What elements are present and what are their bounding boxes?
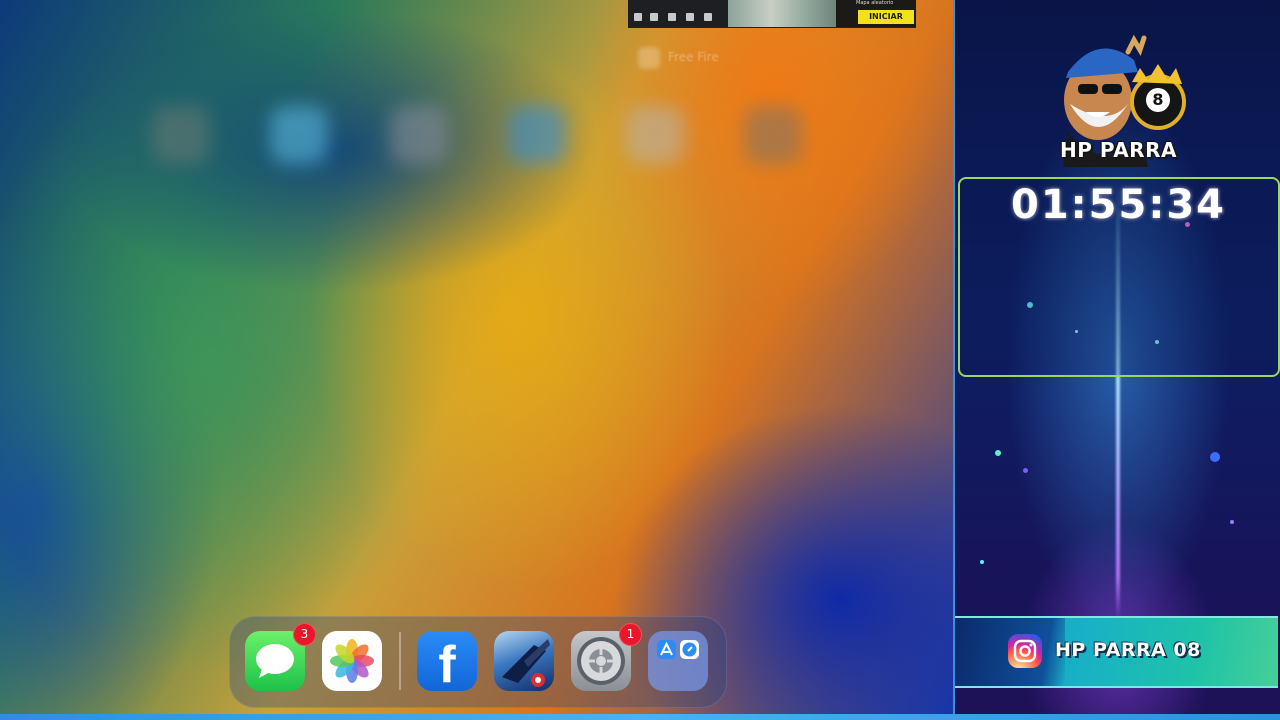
instagram-handle: HP PARRA 08 — [1055, 639, 1201, 661]
blurred-app-icon — [270, 106, 328, 164]
stream-overlay-panel: 8 HP PARRA 01:55:34 HP PARRA 08 — [953, 0, 1280, 714]
preview-icon — [668, 13, 676, 21]
blurred-app-label: Free Fire — [668, 50, 719, 64]
preview-toolbar — [628, 0, 728, 27]
star — [1023, 468, 1028, 473]
instagram-icon — [1008, 634, 1042, 668]
ipad-home-screen: Free Fire — [0, 0, 953, 714]
blurred-app-icon — [508, 106, 566, 164]
instagram-banner: HP PARRA 08 — [955, 616, 1278, 688]
facebook-app[interactable]: f — [417, 631, 477, 691]
start-button[interactable]: INICIAR — [858, 10, 914, 24]
free-fire-blurred-icon — [638, 47, 660, 69]
blurred-app-icon — [152, 106, 210, 164]
dock-divider — [399, 632, 401, 690]
photos-app[interactable] — [322, 631, 382, 691]
preview-icon — [704, 13, 712, 21]
facebook-icon: f — [438, 636, 456, 691]
settings-badge: 1 — [619, 623, 642, 646]
star — [1210, 452, 1220, 462]
star — [1230, 520, 1234, 524]
star — [980, 560, 984, 564]
bottom-accent-bar — [0, 714, 1280, 720]
logo-text: HP PARRA — [1060, 138, 1177, 162]
free-fire-icon — [502, 639, 550, 687]
app-library-folder[interactable] — [648, 631, 708, 691]
star — [995, 450, 1001, 456]
messages-badge: 3 — [293, 623, 316, 646]
preview-icon — [650, 13, 658, 21]
instagram-glyph — [1013, 639, 1037, 663]
photos-icon — [330, 639, 374, 683]
blurred-app-icon — [626, 106, 684, 164]
preview-mode-text: Mapa aleatorio — [856, 0, 894, 6]
preview-icon — [634, 13, 642, 21]
blurred-app-icon — [390, 106, 448, 164]
ball-number: 8 — [1152, 90, 1163, 109]
preview-map — [728, 0, 836, 27]
preview-icon — [686, 13, 694, 21]
blurred-app-icon — [744, 106, 802, 164]
app-library-icon — [657, 640, 699, 659]
stream-timer: 01:55:34 — [1011, 182, 1226, 228]
free-fire-app[interactable] — [494, 631, 554, 691]
